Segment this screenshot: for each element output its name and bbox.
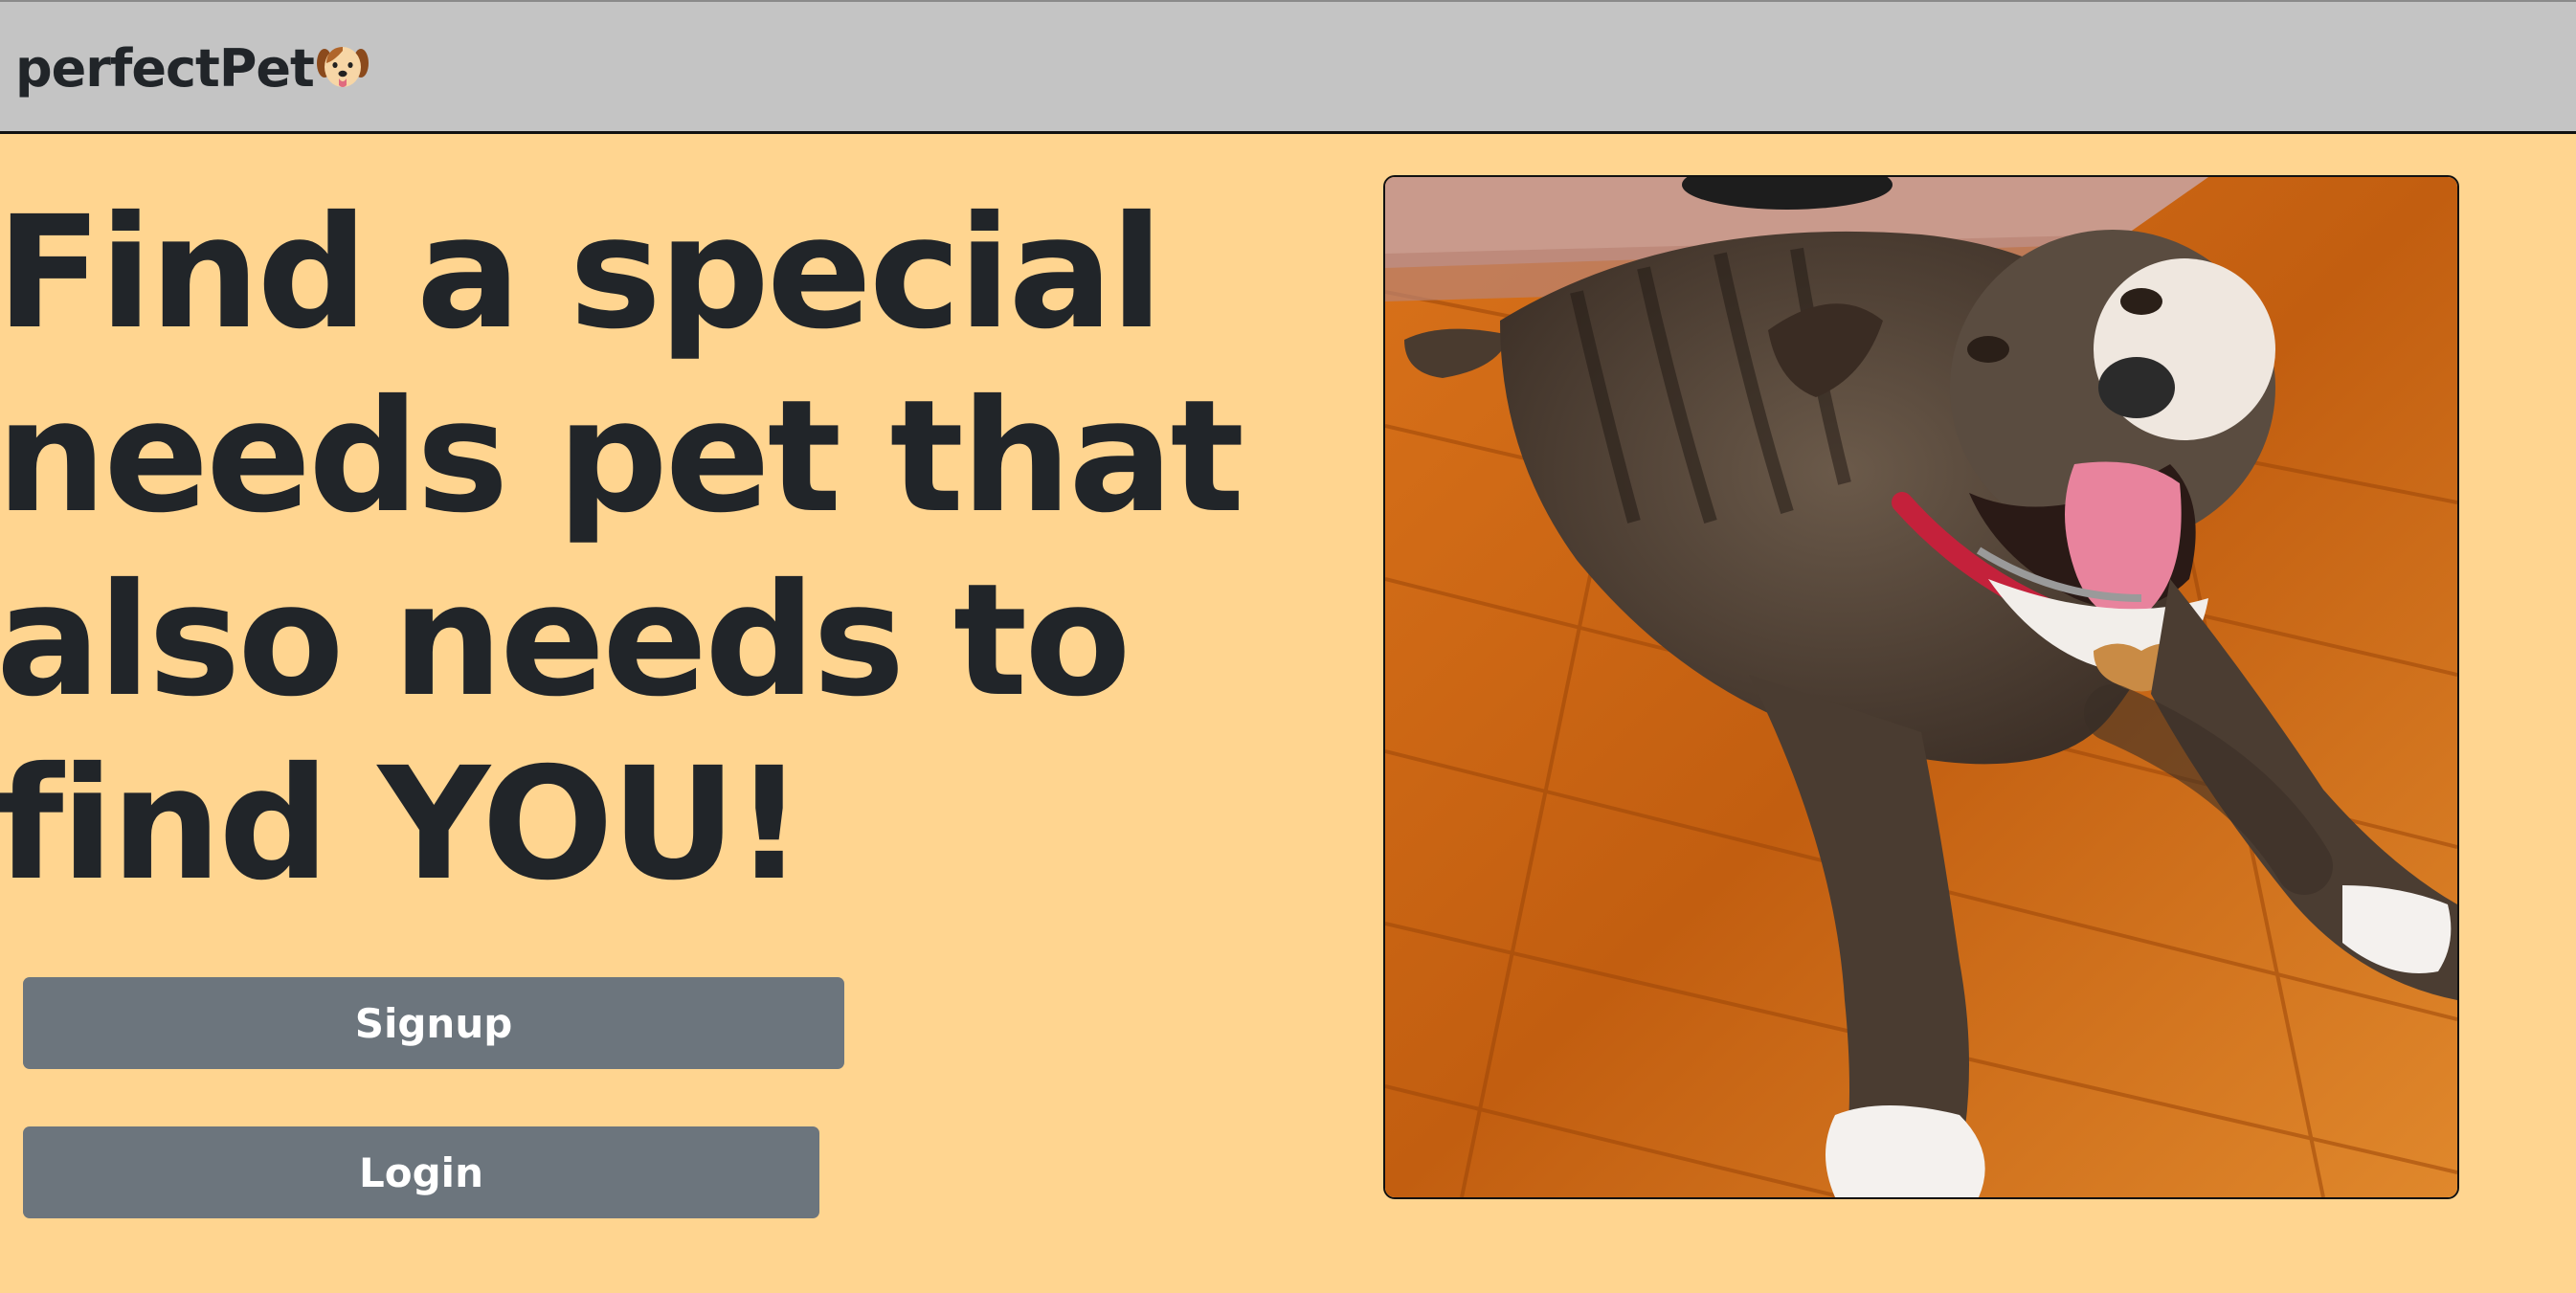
brand-name: perfectPet — [15, 38, 315, 99]
dog-photo — [1383, 175, 2459, 1199]
hero-headline: Find a special needs pet that also needs… — [0, 184, 1244, 915]
top-navbar: perfectPet — [0, 0, 2576, 134]
signup-button[interactable]: Signup — [23, 977, 844, 1069]
dog-face-icon — [316, 42, 370, 104]
login-button[interactable]: Login — [23, 1126, 819, 1218]
brand-link[interactable]: perfectPet — [15, 38, 370, 104]
